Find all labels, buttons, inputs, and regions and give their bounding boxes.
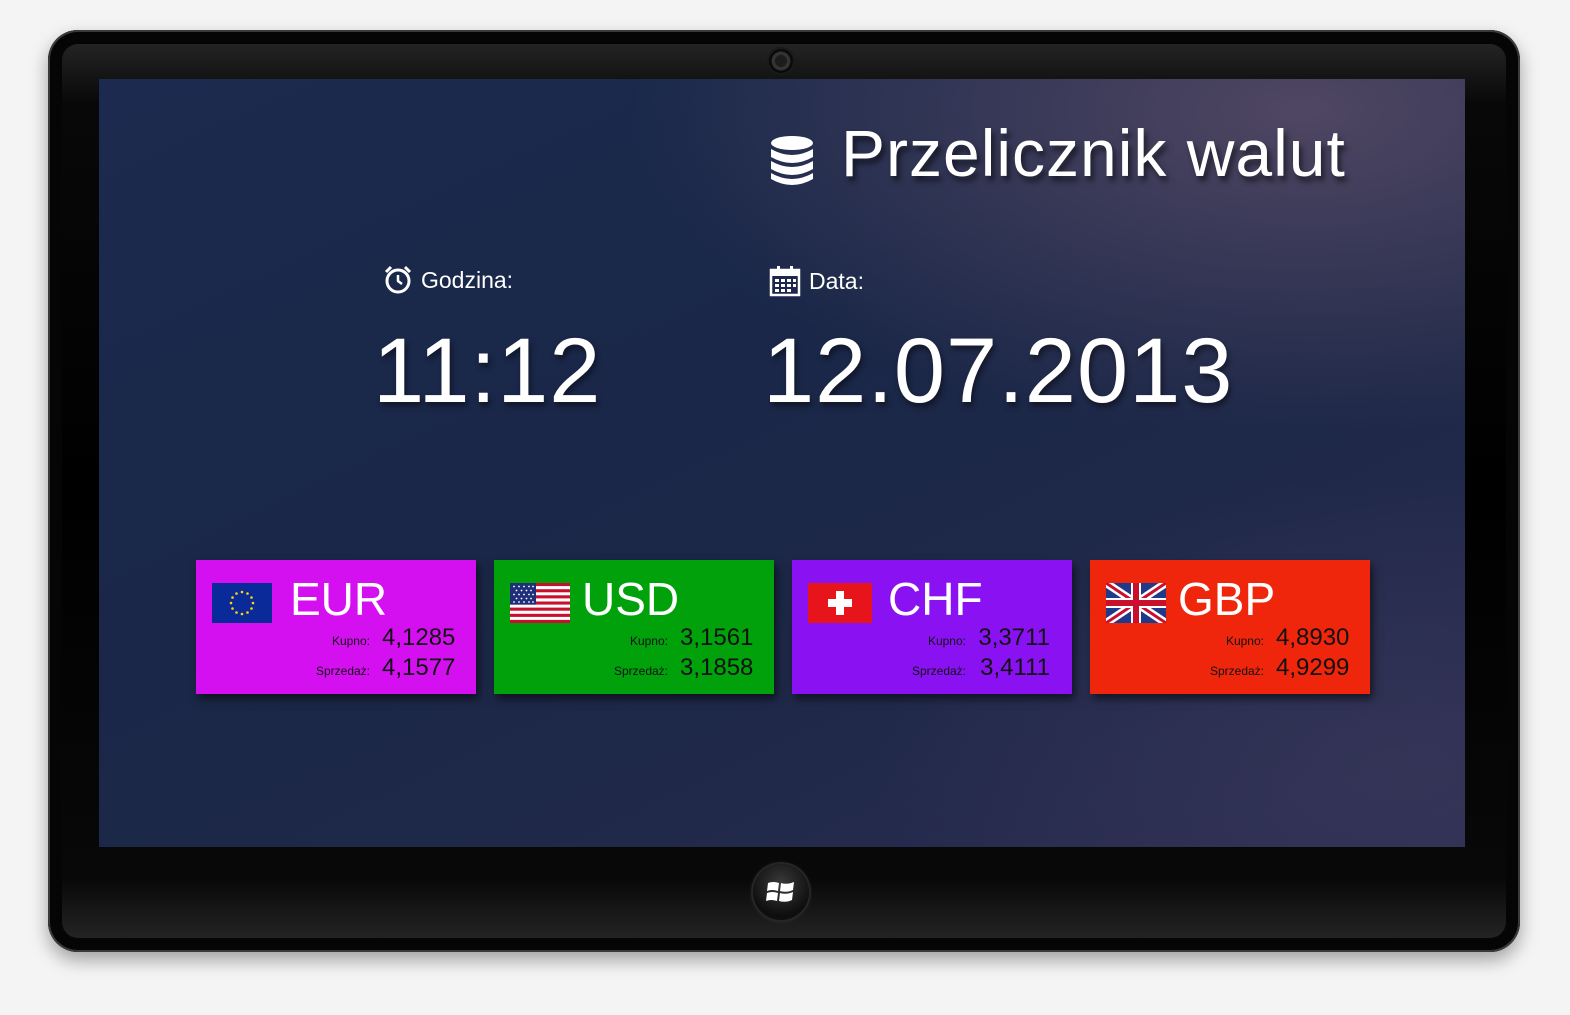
buy-label: Kupno:: [629, 634, 668, 648]
tablet-device: Przelicznik walut Godzina: 11:12 Data: 1…: [48, 30, 1520, 952]
time-label: Godzina:: [383, 265, 513, 295]
currency-tile-usd[interactable]: USD Kupno: 3,1561 Sprzedaż: 3,1858: [494, 560, 774, 694]
buy-rate: 3,3711: [978, 624, 1050, 651]
currency-tile-eur[interactable]: EUR Kupno: 4,1285 Sprzedaż: 4,1577: [196, 560, 476, 694]
sell-rate: 4,1577: [382, 654, 456, 681]
database-icon: [771, 136, 813, 185]
swiss-flag-icon: [808, 583, 872, 623]
buy-rate: 3,1561: [680, 624, 754, 651]
buy-label: Kupno:: [1225, 634, 1264, 648]
currency-code: USD: [582, 573, 680, 625]
sell-label: Sprzedaż:: [1209, 664, 1264, 678]
app-screen: Przelicznik walut Godzina: 11:12 Data: 1…: [99, 79, 1465, 847]
currency-code: EUR: [290, 573, 388, 625]
buy-label: Kupno:: [927, 634, 966, 648]
time-label-text: Godzina:: [421, 266, 514, 293]
alarm-clock-icon: [384, 265, 412, 294]
sell-label: Sprzedaż:: [613, 664, 668, 678]
buy-label: Kupno:: [331, 634, 370, 648]
sell-rate: 3,1858: [680, 654, 754, 681]
currency-code: GBP: [1178, 573, 1276, 625]
sell-label: Sprzedaż:: [911, 664, 966, 678]
sell-rate: 3,4111: [980, 654, 1050, 681]
date-label: Data:: [769, 265, 864, 297]
windows-logo-icon: [766, 882, 794, 902]
us-flag-icon: [510, 583, 570, 623]
date-value: 12.07.2013: [763, 320, 1234, 422]
date-label-text: Data:: [809, 267, 864, 294]
sell-label: Sprzedaż:: [315, 664, 370, 678]
currency-code: CHF: [888, 573, 983, 625]
time-value: 11:12: [373, 320, 602, 422]
sell-rate: 4,9299: [1276, 654, 1350, 681]
uk-flag-icon: [1106, 583, 1166, 623]
windows-home-button[interactable]: [753, 864, 809, 920]
currency-tile-gbp[interactable]: GBP Kupno: 4,8930 Sprzedaż: 4,9299: [1090, 560, 1370, 694]
buy-rate: 4,8930: [1276, 624, 1350, 651]
camera-icon: [769, 49, 793, 73]
page-title: Przelicznik walut: [841, 116, 1346, 190]
currency-tile-chf[interactable]: CHF Kupno: 3,3711 Sprzedaż: 3,4111: [792, 560, 1072, 694]
buy-rate: 4,1285: [382, 624, 456, 651]
eu-flag-icon: [212, 583, 272, 623]
calendar-icon: [769, 266, 801, 297]
